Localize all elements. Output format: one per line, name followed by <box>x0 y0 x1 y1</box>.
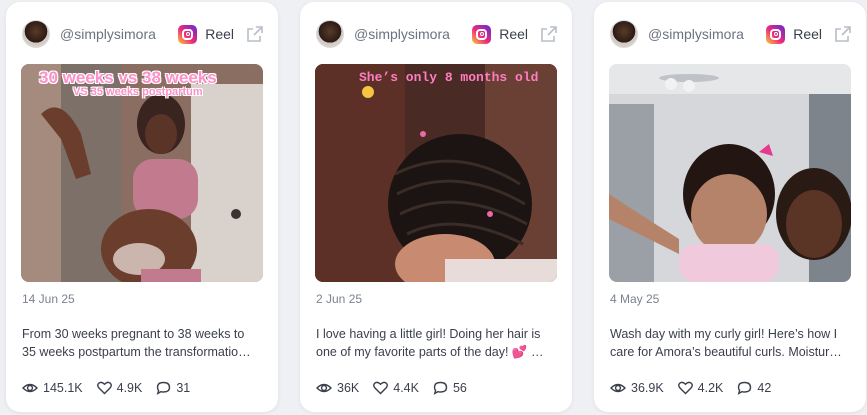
heart-icon <box>96 381 112 395</box>
post-header: @simplysimora Reel <box>610 19 852 49</box>
views-stat: 145.1K <box>22 381 83 395</box>
post-caption: From 30 weeks pregnant to 38 weeks to 35… <box>22 325 266 361</box>
post-type-label: Reel <box>499 26 528 42</box>
post-thumbnail[interactable] <box>609 64 851 282</box>
post-date: 14 Jun 25 <box>22 292 75 306</box>
instagram-icon <box>472 24 492 44</box>
caption-line: From 30 weeks pregnant to 38 weeks to <box>22 327 245 341</box>
heart-icon <box>373 381 389 395</box>
external-link-icon[interactable] <box>246 25 264 43</box>
account-handle[interactable]: @simplysimora <box>60 26 178 42</box>
thumbnail-overlay-title: 30 weeks vs 38 weeks <box>39 68 217 87</box>
post-date: 2 Jun 25 <box>316 292 363 306</box>
views-count: 145.1K <box>43 381 83 395</box>
post-card[interactable]: @simplysimora Reel 30 weeks vs 38 weeks … <box>6 2 278 412</box>
avatar[interactable] <box>610 20 638 48</box>
post-thumbnail[interactable]: 30 weeks vs 38 weeks VS 35 weeks postpar… <box>21 64 263 282</box>
post-stats: 36.9K 4.2K 42 <box>610 379 785 397</box>
likes-count: 4.9K <box>116 381 143 395</box>
external-link-icon[interactable] <box>834 25 852 43</box>
likes-count: 4.4K <box>393 381 419 395</box>
comments-count: 31 <box>176 381 191 395</box>
eye-icon <box>610 383 626 393</box>
comment-icon <box>157 381 171 395</box>
instagram-icon <box>766 24 786 44</box>
post-type-label: Reel <box>793 26 822 42</box>
caption-line: I love having a little girl! Doing her h… <box>316 327 541 341</box>
post-date: 4 May 25 <box>610 292 660 306</box>
post-card[interactable]: @simplysimora Reel She’s only 8 months o… <box>300 2 572 412</box>
likes-stat: 4.2K <box>677 381 724 395</box>
instagram-icon <box>178 24 198 44</box>
emoji-icon <box>362 86 374 98</box>
external-link-icon[interactable] <box>540 25 558 43</box>
views-count: 36K <box>337 381 360 395</box>
heart-icon <box>677 381 693 395</box>
post-type-label: Reel <box>205 26 234 42</box>
post-card[interactable]: @simplysimora Reel 4 May 25 Wash day wit… <box>594 2 866 412</box>
post-caption: Wash day with my curly girl! Here’s how … <box>610 325 854 361</box>
avatar[interactable] <box>316 20 344 48</box>
comment-icon <box>738 381 752 395</box>
caption-line: care for Amora’s beautiful curls. Moistu… <box>610 345 842 359</box>
eye-icon <box>316 383 332 393</box>
post-header: @simplysimora Reel <box>22 19 264 49</box>
views-count: 36.9K <box>631 381 664 395</box>
views-stat: 36K <box>316 381 359 395</box>
comments-stat: 42 <box>737 381 771 395</box>
account-handle[interactable]: @simplysimora <box>648 26 766 42</box>
thumbnail-overlay-text: She’s only 8 months old <box>359 70 539 102</box>
caption-line: 35 weeks postpartum the transformatio… <box>22 345 251 359</box>
views-stat: 36.9K <box>610 381 664 395</box>
caption-line: Wash day with my curly girl! Here’s how … <box>610 327 838 341</box>
comments-stat: 31 <box>156 381 190 395</box>
post-stats: 145.1K 4.9K 31 <box>22 379 204 397</box>
comments-stat: 56 <box>433 381 467 395</box>
post-caption: I love having a little girl! Doing her h… <box>316 325 560 361</box>
post-thumbnail[interactable]: She’s only 8 months old <box>315 64 557 282</box>
account-handle[interactable]: @simplysimora <box>354 26 472 42</box>
post-stats: 36K 4.4K 56 <box>316 379 481 397</box>
avatar[interactable] <box>22 20 50 48</box>
likes-count: 4.2K <box>697 381 724 395</box>
thumbnail-overlay-subtitle: VS 35 weeks postpartum <box>73 86 203 98</box>
comment-icon <box>433 381 448 395</box>
post-header: @simplysimora Reel <box>316 19 558 49</box>
eye-icon <box>22 383 38 393</box>
caption-line: one of my favorite parts of the day! 💕 … <box>316 345 544 359</box>
comments-count: 42 <box>757 381 772 395</box>
likes-stat: 4.4K <box>373 381 419 395</box>
likes-stat: 4.9K <box>96 381 143 395</box>
comments-count: 56 <box>452 381 467 395</box>
